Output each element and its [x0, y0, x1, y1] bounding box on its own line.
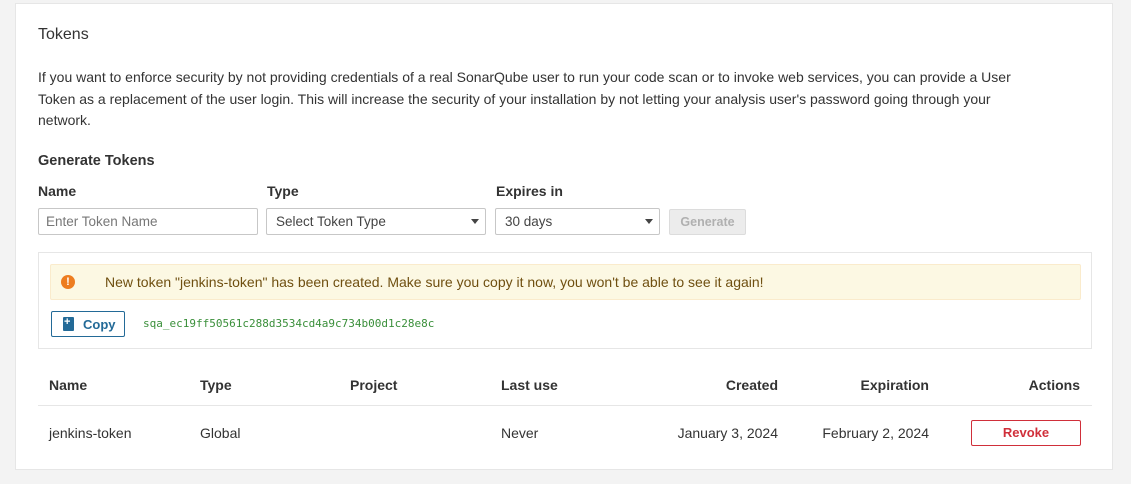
- token-expiration-cell: February 2, 2024: [822, 425, 929, 441]
- caret-down-icon: [471, 219, 479, 224]
- section-title: Tokens: [38, 26, 89, 43]
- section-description: If you want to enforce security by not p…: [38, 69, 1011, 128]
- warning-icon: !: [61, 275, 75, 289]
- col-header-created: Created: [725, 377, 778, 393]
- col-header-project: Project: [350, 377, 398, 393]
- token-value: sqa_ec19ff50561c288d3534cd4a9c734b00d1c2…: [143, 317, 435, 330]
- copy-label: Copy: [83, 317, 116, 332]
- col-header-expiration: Expiration: [860, 377, 929, 393]
- clipboard-icon: [63, 316, 74, 331]
- token-type-select[interactable]: Select Token Type: [266, 208, 486, 235]
- token-created-cell: January 3, 2024: [677, 425, 778, 441]
- name-label: Name: [38, 183, 77, 199]
- tokens-panel: Tokens If you want to enforce security b…: [15, 3, 1113, 470]
- generate-button[interactable]: Generate: [669, 209, 746, 235]
- token-name-input[interactable]: Enter Token Name: [38, 208, 258, 235]
- expires-value: 30 days: [505, 214, 553, 229]
- col-header-actions: Actions: [1028, 377, 1080, 393]
- caret-down-icon: [645, 219, 653, 224]
- copy-button[interactable]: Copy: [51, 311, 125, 337]
- token-name-cell: jenkins-token: [49, 425, 132, 441]
- token-type-value: Select Token Type: [276, 214, 386, 229]
- type-label: Type: [267, 183, 299, 199]
- token-last-use-cell: Never: [501, 425, 539, 441]
- new-token-alert: ! New token "jenkins-token" has been cre…: [50, 264, 1081, 300]
- generate-tokens-heading: Generate Tokens: [38, 153, 155, 169]
- col-header-type: Type: [200, 377, 232, 393]
- expires-select[interactable]: 30 days: [495, 208, 660, 235]
- token-type-cell: Global: [200, 425, 241, 441]
- table-divider: [38, 405, 1092, 406]
- col-header-last-use: Last use: [501, 377, 558, 393]
- alert-message: New token "jenkins-token" has been creat…: [105, 274, 764, 290]
- new-token-box: ! New token "jenkins-token" has been cre…: [38, 252, 1092, 349]
- col-header-name: Name: [49, 377, 88, 393]
- expires-label: Expires in: [496, 183, 563, 199]
- revoke-button[interactable]: Revoke: [971, 420, 1081, 446]
